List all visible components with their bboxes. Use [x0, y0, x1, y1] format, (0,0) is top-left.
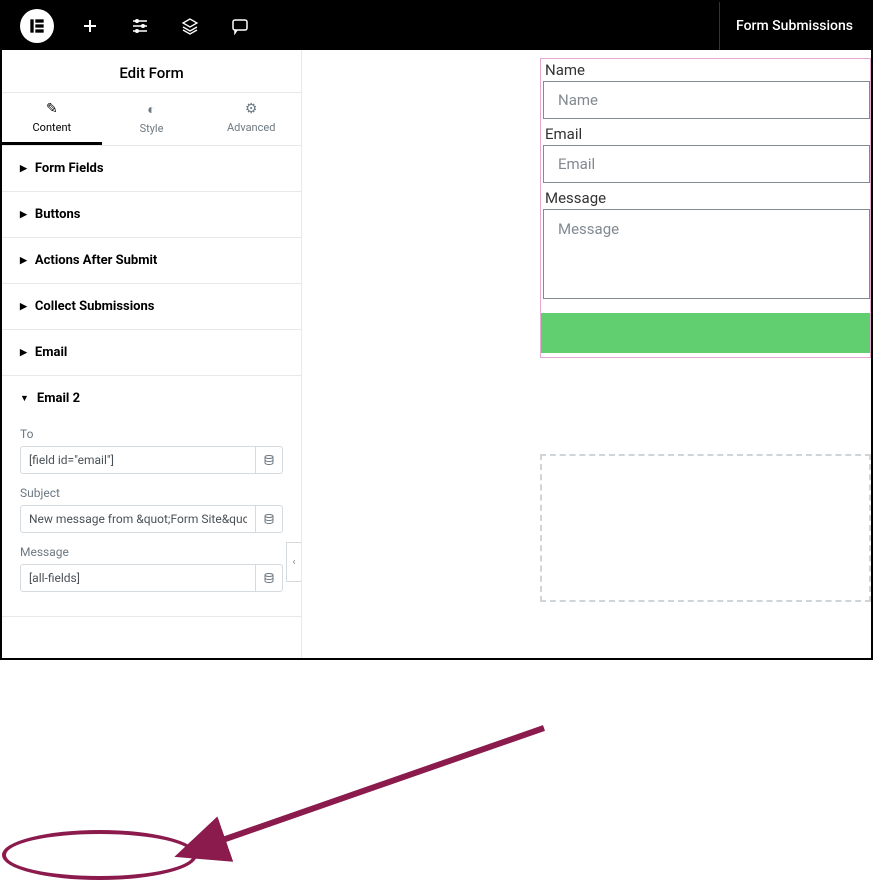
tab-label: Content: [33, 121, 72, 134]
subject-label: Subject: [20, 486, 283, 500]
form-email-label: Email: [541, 123, 870, 145]
top-bar: Form Submissions: [2, 2, 871, 50]
to-label: To: [20, 427, 283, 441]
settings-button[interactable]: [130, 16, 150, 36]
section-email-2-header[interactable]: ▼ Email 2: [2, 376, 301, 421]
tab-label: Advanced: [227, 121, 275, 134]
elementor-logo-icon: [27, 16, 47, 36]
subject-dynamic-button[interactable]: [256, 505, 283, 533]
chevron-down-icon: ▼: [20, 393, 29, 404]
tabs: ✎ Content ◐ Style ⚙ Advanced: [2, 93, 301, 146]
top-icons: [80, 16, 250, 36]
canvas: Name Email Message: [302, 50, 871, 658]
message-dynamic-button[interactable]: [256, 564, 283, 592]
form-widget[interactable]: Name Email Message: [540, 58, 871, 358]
section-label: Form Fields: [35, 161, 104, 176]
main: Edit Form ✎ Content ◐ Style ⚙ Advanced ▶…: [2, 50, 871, 658]
elementor-logo-button[interactable]: [20, 9, 54, 43]
tab-style[interactable]: ◐ Style: [102, 93, 202, 145]
database-icon: [263, 454, 275, 466]
form-submissions-link[interactable]: Form Submissions: [719, 2, 863, 50]
section-email-2-content: To Subject: [2, 421, 301, 616]
drop-zone[interactable]: [540, 454, 871, 602]
section-email-2: ▼ Email 2 To Subject: [2, 376, 301, 617]
message-input[interactable]: [20, 564, 256, 592]
pencil-icon: ✎: [46, 101, 58, 117]
annotation-arrow: [164, 718, 564, 878]
section-collect-submissions[interactable]: ▶ Collect Submissions: [2, 284, 301, 330]
add-button[interactable]: [80, 16, 100, 36]
tab-content[interactable]: ✎ Content: [2, 93, 102, 145]
section-label: Email 2: [37, 391, 80, 406]
chevron-right-icon: ▶: [20, 210, 27, 220]
chevron-right-icon: ▶: [20, 302, 27, 312]
section-buttons[interactable]: ▶ Buttons: [2, 192, 301, 238]
section-label: Email: [35, 345, 67, 360]
tab-label: Style: [140, 122, 164, 135]
form-name-label: Name: [541, 59, 870, 81]
to-input[interactable]: [20, 446, 256, 474]
section-label: Collect Submissions: [35, 299, 155, 314]
section-form-fields[interactable]: ▶ Form Fields: [2, 146, 301, 192]
form-name-input[interactable]: [543, 81, 870, 119]
subject-input[interactable]: [20, 505, 256, 533]
tab-advanced[interactable]: ⚙ Advanced: [201, 93, 301, 145]
comment-button[interactable]: [230, 16, 250, 36]
gear-icon: ⚙: [245, 101, 258, 117]
chevron-right-icon: ▶: [20, 348, 27, 358]
chevron-right-icon: ▶: [20, 256, 27, 266]
layers-button[interactable]: [180, 16, 200, 36]
sidebar-title: Edit Form: [2, 50, 301, 93]
form-message-label: Message: [541, 187, 870, 209]
section-email[interactable]: ▶ Email: [2, 330, 301, 376]
form-email-input[interactable]: [543, 145, 870, 183]
to-dynamic-button[interactable]: [256, 446, 283, 474]
chevron-left-icon: ‹: [292, 557, 295, 568]
contrast-icon: ◐: [147, 101, 155, 118]
form-message-textarea[interactable]: [543, 209, 870, 299]
annotation-ellipse: [2, 830, 197, 880]
section-label: Actions After Submit: [35, 253, 157, 268]
form-submit-button[interactable]: [541, 313, 870, 353]
database-icon: [263, 513, 275, 525]
chevron-right-icon: ▶: [20, 164, 27, 174]
database-icon: [263, 572, 275, 584]
section-actions-after-submit[interactable]: ▶ Actions After Submit: [2, 238, 301, 284]
message-label: Message: [20, 545, 283, 559]
sidebar: Edit Form ✎ Content ◐ Style ⚙ Advanced ▶…: [2, 50, 302, 658]
collapse-sidebar-button[interactable]: ‹: [286, 542, 302, 582]
section-label: Buttons: [35, 207, 81, 222]
